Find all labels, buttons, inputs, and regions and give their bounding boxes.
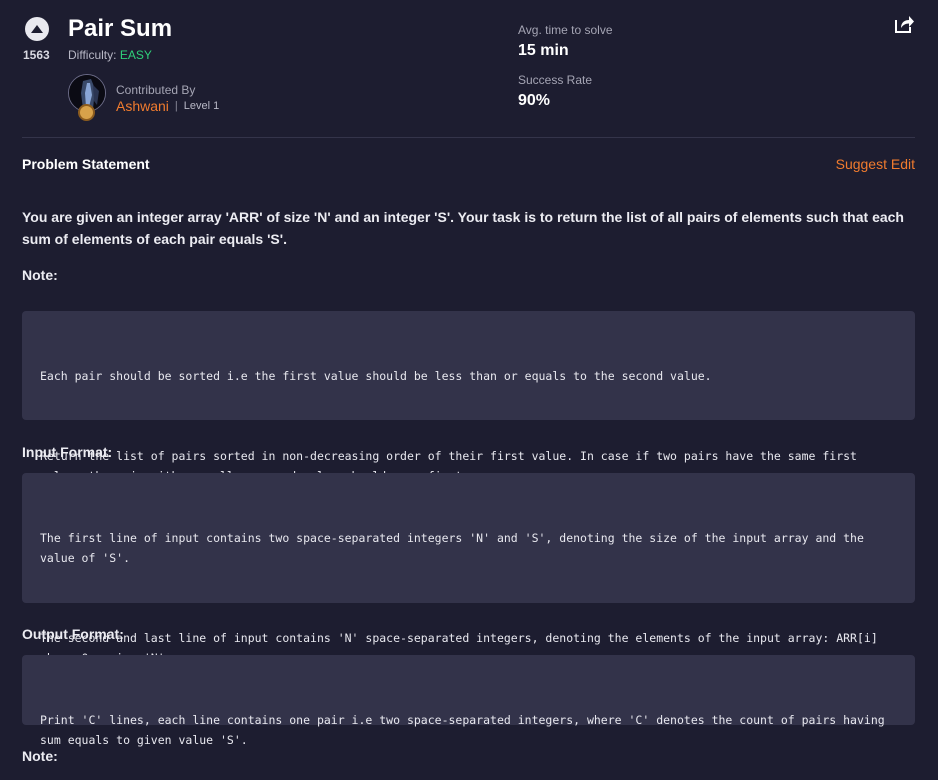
output-format-paragraph: Print 'C' lines, each line contains one … (40, 713, 892, 747)
header-divider (22, 137, 915, 138)
avg-time-label: Avg. time to solve (518, 23, 613, 37)
problem-description: You are given an integer array 'ARR' of … (22, 209, 904, 247)
level-badge-icon (78, 104, 95, 121)
contributor-name[interactable]: Ashwani (116, 98, 169, 114)
contributor-info: Ashwani | Level 1 (116, 98, 219, 114)
input-format-label: Input Format: (22, 444, 113, 460)
share-icon[interactable] (893, 14, 915, 34)
note-box: Each pair should be sorted i.e the first… (22, 311, 915, 483)
upvote-icon (31, 25, 43, 33)
problem-statement-heading: Problem Statement (22, 156, 150, 172)
problem-title: Pair Sum (68, 15, 173, 42)
upvote-count: 1563 (23, 48, 50, 62)
difficulty-label: Difficulty: (68, 48, 117, 62)
success-rate-label: Success Rate (518, 73, 593, 87)
output-format-box: Print 'C' lines, each line contains one … (22, 655, 915, 747)
output-format-label: Output Format: (22, 626, 124, 642)
avg-time-value: 15 min (518, 42, 569, 59)
difficulty-value: EASY (119, 48, 152, 62)
input-format-paragraph: The first line of input contains two spa… (40, 531, 871, 565)
suggest-edit-link[interactable]: Suggest Edit (836, 156, 915, 172)
problem-header: 1563 Pair Sum Difficulty: EASY Contribut… (0, 0, 938, 138)
note2-label: Note: (22, 748, 58, 764)
success-rate-value: 90% (518, 92, 551, 109)
note-paragraph: Each pair should be sorted i.e the first… (40, 369, 712, 383)
difficulty: Difficulty: EASY (68, 48, 152, 62)
upvote-button[interactable] (25, 17, 49, 41)
contributor-separator: | (174, 100, 178, 112)
note-label: Note: (22, 267, 58, 283)
contributed-by-label: Contributed By (116, 83, 196, 97)
contributor-level: Level 1 (183, 100, 220, 112)
input-format-box: The first line of input contains two spa… (22, 473, 915, 665)
